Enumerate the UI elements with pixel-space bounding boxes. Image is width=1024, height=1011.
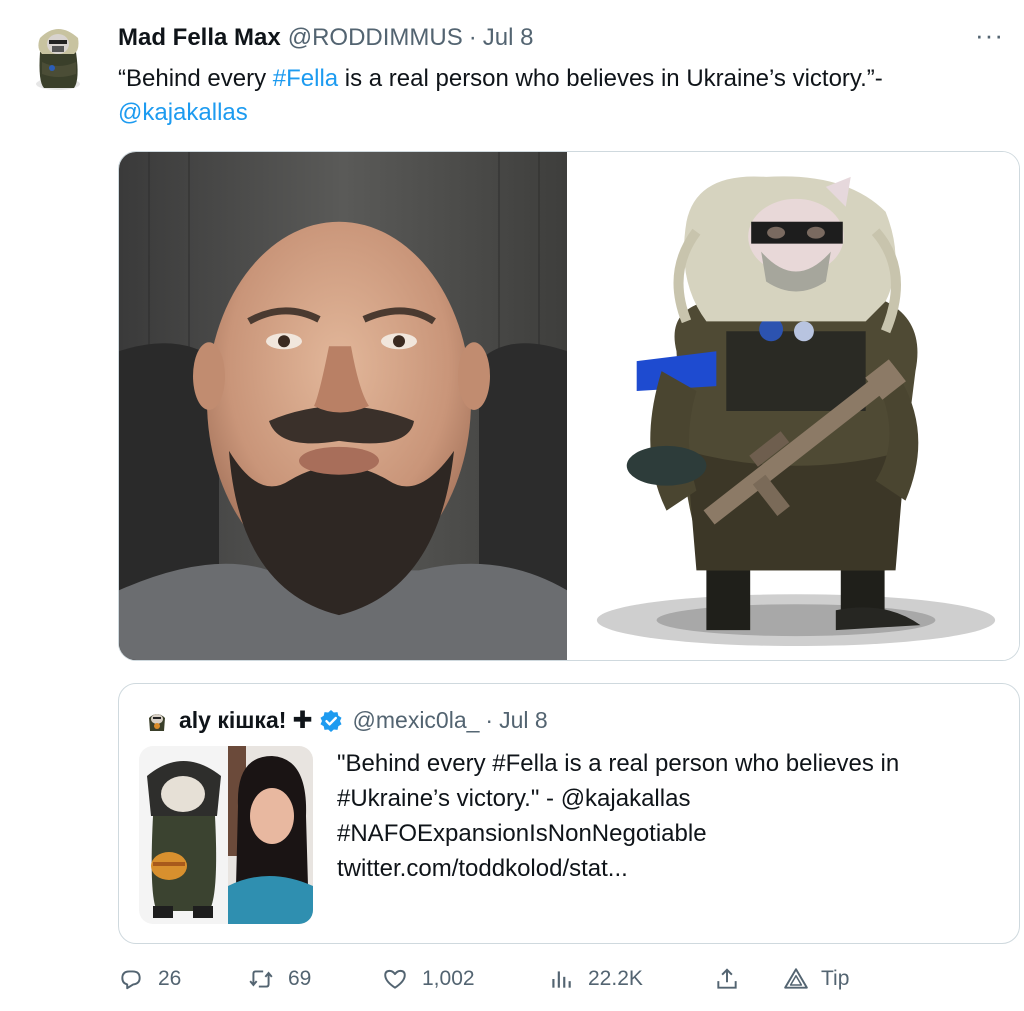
views-button[interactable]: 22.2K — [548, 966, 643, 992]
author-handle[interactable]: @RODDIMMUS — [288, 24, 463, 52]
quoted-tweet-date[interactable]: Jul 8 — [499, 707, 548, 734]
quoted-author-name[interactable]: aly кішка! — [179, 707, 286, 734]
plus-sign: ✚ — [292, 707, 313, 734]
retweet-count: 69 — [288, 967, 312, 990]
retweet-icon — [249, 970, 273, 988]
quoted-tweet-header: aly кішка! ✚ @mexic0la_ · Jul 8 — [145, 706, 548, 735]
reply-count: 26 — [158, 967, 182, 990]
quoted-text-line2: #Ukraine’s victory." - @kajakallas — [337, 785, 691, 812]
views-icon — [552, 971, 571, 988]
quoted-tweet[interactable]: aly кішка! ✚ @mexic0la_ · Jul 8 "Behind … — [118, 683, 1020, 944]
tweet-text: “Behind every #Fella is a real person wh… — [118, 62, 998, 130]
verified-badge-icon — [320, 709, 342, 732]
tweet-actions: 26 69 1,002 22.2K Tip — [118, 966, 878, 1006]
quoted-tweet-text: "Behind every #Fella is a real person wh… — [337, 746, 997, 886]
tweet-text-part1: “Behind every — [118, 65, 273, 92]
like-icon — [384, 969, 406, 989]
like-count: 1,002 — [422, 967, 475, 990]
quoted-author-avatar[interactable] — [145, 709, 169, 733]
media-image-fella-character[interactable] — [567, 152, 1019, 660]
share-button[interactable] — [714, 966, 754, 992]
hashtag-link[interactable]: #Fella — [273, 65, 338, 92]
quoted-text-line3: #NAFOExpansionIsNonNegotiable — [337, 820, 707, 847]
quoted-text-line4: twitter.com/toddkolod/stat... — [337, 855, 628, 882]
retweet-button[interactable]: 69 — [248, 966, 311, 992]
tip-label: Tip — [821, 967, 850, 990]
author-avatar[interactable] — [30, 22, 86, 94]
tip-button[interactable]: Tip — [783, 966, 849, 992]
like-button[interactable]: 1,002 — [382, 966, 475, 992]
share-icon — [717, 968, 737, 989]
views-count: 22.2K — [588, 967, 643, 990]
tweet: Mad Fella Max @RODDIMMUS · Jul 8 ··· “Be… — [0, 0, 1024, 1011]
quoted-tweet-media[interactable] — [139, 746, 313, 924]
quoted-media-woman-photo — [228, 746, 313, 924]
tweet-text-part2: is a real person who believes in Ukraine… — [338, 65, 883, 92]
quoted-author-handle[interactable]: @mexic0la_ — [353, 707, 480, 734]
more-icon[interactable]: ··· — [975, 20, 1004, 51]
header-separator: · — [468, 24, 477, 51]
quoted-media-fella-image — [139, 746, 228, 924]
tweet-header: Mad Fella Max @RODDIMMUS · Jul 8 — [118, 24, 533, 52]
media-photo-man[interactable] — [119, 152, 567, 660]
quoted-text-line1: "Behind every #Fella is a real person wh… — [337, 750, 900, 777]
tip-icon — [784, 968, 808, 989]
quoted-header-separator: · — [485, 707, 494, 733]
tweet-date[interactable]: Jul 8 — [483, 24, 534, 52]
reply-button[interactable]: 26 — [118, 966, 181, 992]
author-name[interactable]: Mad Fella Max — [118, 24, 281, 52]
tweet-media — [118, 151, 1020, 661]
reply-icon — [121, 970, 141, 990]
mention-link[interactable]: @kajakallas — [118, 99, 248, 126]
